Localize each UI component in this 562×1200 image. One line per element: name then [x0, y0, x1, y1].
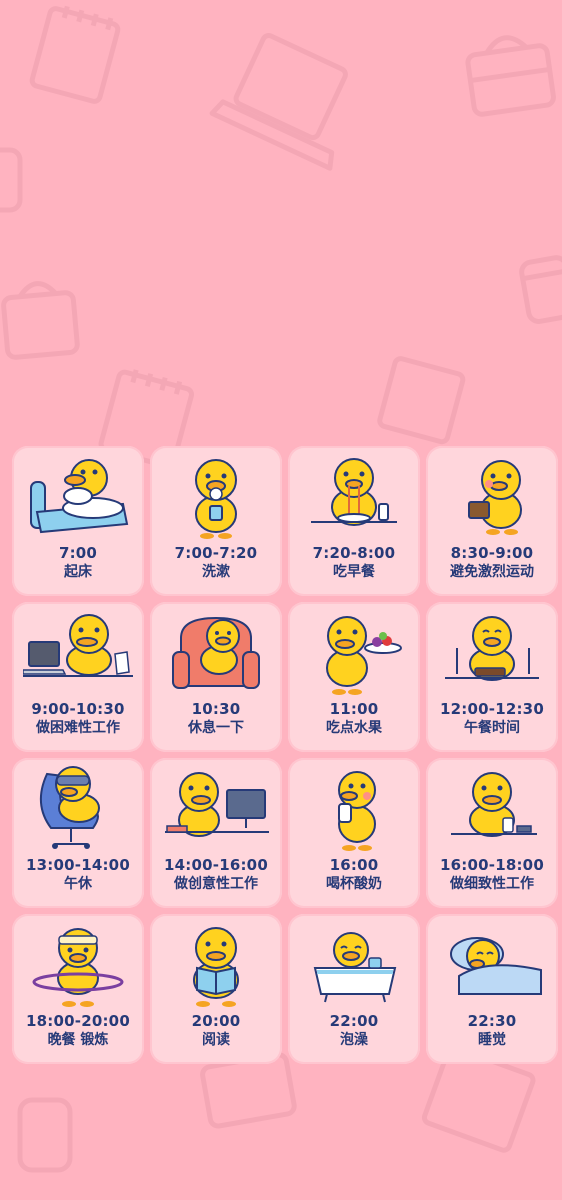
schedule-card[interactable]: 12:00-12:30 午餐时间 — [426, 602, 558, 752]
jar-doodle-icon — [0, 147, 23, 213]
schedule-activity: 睡觉 — [478, 1032, 506, 1048]
schedule-activity: 做创意性工作 — [174, 876, 258, 892]
schedule-activity: 午餐时间 — [464, 720, 520, 736]
schedule-time: 22:30 — [467, 1012, 517, 1030]
daily-schedule-grid: 7:00 起床 7:00-7:20 洗漱 7:20-8:00 吃早餐 8:30-… — [12, 446, 558, 1064]
laptop-doodle-icon-2 — [377, 356, 466, 445]
schedule-activity: 吃点水果 — [326, 720, 382, 736]
schedule-activity: 做细致性工作 — [450, 876, 534, 892]
bag-doodle-icon-2 — [1, 281, 80, 360]
schedule-card[interactable]: 7:00 起床 — [12, 446, 144, 596]
laptop-doodle-icon — [209, 33, 348, 171]
duck-in-bed-icon — [30, 459, 129, 534]
schedule-card[interactable]: 10:30 休息一下 — [150, 602, 282, 752]
schedule-time: 16:00-18:00 — [440, 856, 544, 874]
schedule-time: 12:00-12:30 — [440, 700, 544, 718]
schedule-activity: 喝杯酸奶 — [326, 876, 382, 892]
schedule-card[interactable]: 8:30-9:00 避免激烈运动 — [426, 446, 558, 596]
duck-sleeping-icon — [450, 937, 542, 995]
duck-at-laptop-icon — [23, 614, 133, 677]
schedule-activity: 吃早餐 — [333, 564, 375, 580]
schedule-activity: 阅读 — [202, 1032, 230, 1048]
schedule-time: 8:30-9:00 — [450, 544, 534, 562]
schedule-activity: 起床 — [64, 564, 92, 580]
schedule-card[interactable]: 9:00-10:30 做困难性工作 — [12, 602, 144, 752]
jar-doodle-icon-2 — [519, 255, 562, 324]
schedule-activity: 泡澡 — [340, 1032, 368, 1048]
duck-hula-hoop-icon — [32, 928, 124, 1007]
duck-lunch-icon — [445, 616, 539, 681]
notepad-doodle-icon — [29, 5, 121, 104]
duck-at-computer-icon — [165, 772, 269, 837]
duck-drinking-yogurt-icon — [338, 771, 376, 851]
schedule-card[interactable]: 11:00 吃点水果 — [288, 602, 420, 752]
schedule-time: 9:00-10:30 — [31, 700, 125, 718]
duck-detailed-work-icon — [451, 772, 537, 837]
duck-walking-with-bag-icon — [468, 460, 522, 535]
schedule-card[interactable]: 22:00 泡澡 — [288, 914, 420, 1064]
schedule-time: 7:20-8:00 — [312, 544, 396, 562]
duck-brushing-teeth-icon — [195, 459, 237, 539]
schedule-activity: 午休 — [64, 876, 92, 892]
schedule-activity: 休息一下 — [188, 720, 244, 736]
schedule-time: 22:00 — [329, 1012, 379, 1030]
schedule-card[interactable]: 13:00-14:00 午休 — [12, 758, 144, 908]
duck-on-sofa-icon — [172, 616, 260, 689]
schedule-time: 18:00-20:00 — [26, 1012, 130, 1030]
schedule-card[interactable]: 14:00-16:00 做创意性工作 — [150, 758, 282, 908]
schedule-activity: 洗漱 — [202, 564, 230, 580]
schedule-card[interactable]: 18:00-20:00 晚餐 锻炼 — [12, 914, 144, 1064]
schedule-activity: 晚餐 锻炼 — [47, 1032, 109, 1048]
schedule-time: 10:30 — [191, 700, 241, 718]
schedule-activity: 做困难性工作 — [36, 720, 120, 736]
duck-reading-book-icon — [193, 927, 239, 1007]
schedule-activity: 避免激烈运动 — [450, 564, 534, 580]
bag-doodle-icon-3 — [200, 1052, 297, 1129]
schedule-time: 7:00 — [58, 544, 98, 562]
schedule-card[interactable]: 7:00-7:20 洗漱 — [150, 446, 282, 596]
schedule-time: 7:00-7:20 — [174, 544, 258, 562]
schedule-time: 11:00 — [329, 700, 379, 718]
bag-doodle-icon — [465, 35, 556, 117]
schedule-time: 16:00 — [329, 856, 379, 874]
schedule-time: 14:00-16:00 — [164, 856, 268, 874]
duck-napping-in-chair-icon — [40, 766, 100, 849]
duck-with-fruit-plate-icon — [326, 616, 402, 695]
schedule-card[interactable]: 16:00-18:00 做细致性工作 — [426, 758, 558, 908]
schedule-time: 13:00-14:00 — [26, 856, 130, 874]
duck-eating-breakfast-icon — [311, 458, 397, 526]
jar-doodle-icon-3 — [17, 1097, 73, 1173]
schedule-time: 20:00 — [191, 1012, 241, 1030]
schedule-card[interactable]: 22:30 睡觉 — [426, 914, 558, 1064]
schedule-card[interactable]: 20:00 阅读 — [150, 914, 282, 1064]
schedule-card[interactable]: 16:00 喝杯酸奶 — [288, 758, 420, 908]
schedule-card[interactable]: 7:20-8:00 吃早餐 — [288, 446, 420, 596]
duck-in-bathtub-icon — [313, 932, 397, 1003]
